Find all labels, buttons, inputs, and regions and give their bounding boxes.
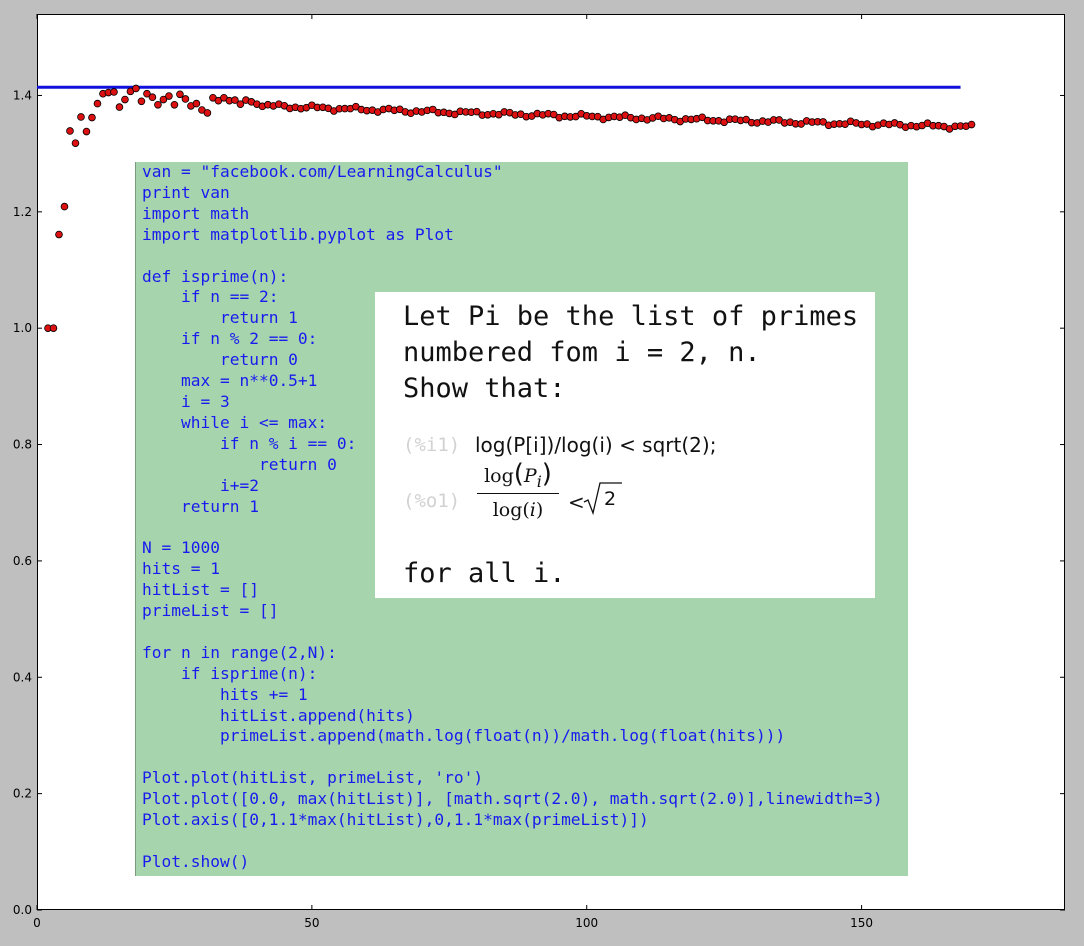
data-point (82, 127, 91, 136)
y-tick-label: 0.8 (13, 438, 32, 452)
code-line: if isprime(n): (142, 663, 318, 683)
code-line: hitList.append(hits) (142, 705, 415, 725)
data-point (115, 103, 124, 111)
sqrt-radicand: 2 (604, 488, 616, 510)
data-point (148, 93, 157, 101)
note-line-3: Show that: (403, 373, 566, 404)
output-fraction: log(Pi) log(i) (475, 457, 561, 524)
data-point (77, 113, 85, 121)
x-tick-label: 150 (850, 916, 873, 930)
code-line: print van (142, 182, 230, 202)
fraction-numerator: log(Pi) (484, 459, 552, 491)
x-tick-label: 100 (575, 916, 598, 930)
code-line: hits += 1 (142, 684, 308, 704)
note-closing: for all i. (403, 558, 566, 589)
data-point (60, 202, 69, 211)
y-tick-label: 1.4 (13, 88, 32, 102)
data-point (121, 95, 129, 104)
code-line: Plot.plot(hitList, primeList, 'ro') (142, 768, 484, 788)
maxima-input-tag: (%i1) (403, 434, 461, 456)
code-line: Plot.plot([0.0, max(hitList)], [math.sqr… (142, 789, 883, 809)
data-point (137, 97, 146, 106)
code-line: import matplotlib.pyplot as Plot (142, 224, 454, 244)
data-point (71, 139, 80, 147)
data-point (49, 324, 58, 332)
code-line: import math (142, 203, 250, 223)
data-point (110, 88, 118, 96)
code-line: for n in range(2,N): (142, 642, 337, 662)
y-tick-label: 0.0 (13, 903, 32, 917)
data-point (88, 113, 96, 122)
data-point (181, 95, 190, 103)
data-point (55, 230, 63, 239)
data-point (192, 99, 201, 108)
maxima-output-tag: (%o1) (403, 490, 461, 512)
math-note-box: Let Pi be the list of primes numbered fo… (375, 292, 875, 598)
y-tick-label: 0.6 (13, 554, 32, 568)
data-point (66, 127, 74, 135)
data-point (93, 99, 102, 108)
data-point (170, 100, 179, 109)
code-line: Plot.axis([0,1.1*max(hitList),0,1.1*max(… (142, 810, 649, 830)
y-tick-label: 1.2 (13, 205, 32, 219)
code-line: primeList = [] (142, 601, 279, 621)
code-line: van = "facebook.com/LearningCalculus" (142, 162, 503, 181)
data-point (967, 120, 976, 129)
fraction-denominator: log(i) (492, 499, 544, 521)
note-line-1: Let Pi be the list of primes (403, 301, 859, 332)
code-line: def isprime(n): (142, 266, 289, 286)
data-point (203, 109, 212, 117)
code-line: primeList.append(math.log(float(n))/math… (142, 726, 786, 746)
x-tick-label: 0 (33, 916, 41, 930)
y-tick-label: 0.2 (13, 787, 32, 801)
maxima-input-expr: log(P[i])/log(i) < sqrt(2); (475, 433, 717, 457)
sqrt-symbol: 2 (583, 482, 622, 516)
fraction-bar (477, 493, 559, 494)
data-point (132, 84, 140, 93)
data-point (165, 92, 173, 100)
data-point (176, 90, 184, 99)
note-line-2: numbered fom i = 2, n. (403, 337, 761, 368)
x-tick-label: 50 (304, 916, 319, 930)
y-tick-label: 1.0 (13, 321, 32, 335)
code-line: Plot.show() (142, 851, 250, 871)
data-point (154, 100, 162, 109)
y-tick-label: 0.4 (13, 670, 32, 684)
